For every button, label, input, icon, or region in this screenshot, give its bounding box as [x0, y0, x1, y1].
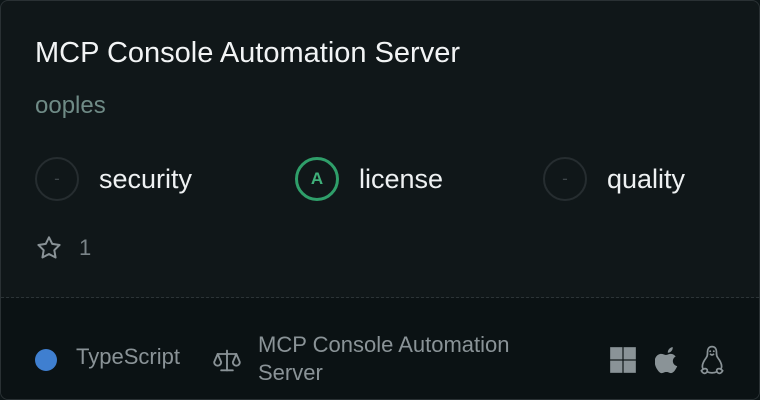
license-grade: A [295, 157, 339, 201]
scale-icon [213, 349, 241, 372]
linux-icon [700, 345, 724, 375]
platform-icons [609, 345, 725, 375]
server-title[interactable]: MCP Console Automation Server [35, 35, 460, 71]
language-label: TypeScript [76, 344, 180, 369]
security-grade: - [35, 157, 79, 201]
language-color-dot [35, 349, 57, 371]
server-author[interactable]: ooples [35, 91, 106, 121]
apple-icon [655, 347, 678, 374]
server-card[interactable]: MCP Console Automation Server ooples - s… [0, 0, 760, 400]
license-label: license [359, 163, 444, 194]
star-count-value: 1 [79, 235, 92, 260]
license-name: MCP Console Automation Server [258, 332, 510, 385]
security-badge[interactable]: - security [35, 155, 192, 203]
star-count[interactable]: 1 [35, 234, 91, 262]
quality-badge[interactable]: - quality [543, 155, 685, 203]
star-icon [37, 236, 61, 259]
security-label: security [99, 163, 193, 194]
quality-grade: - [543, 157, 587, 201]
windows-icon [610, 347, 636, 373]
license-badge[interactable]: A license [295, 155, 443, 203]
quality-label: quality [607, 163, 686, 194]
